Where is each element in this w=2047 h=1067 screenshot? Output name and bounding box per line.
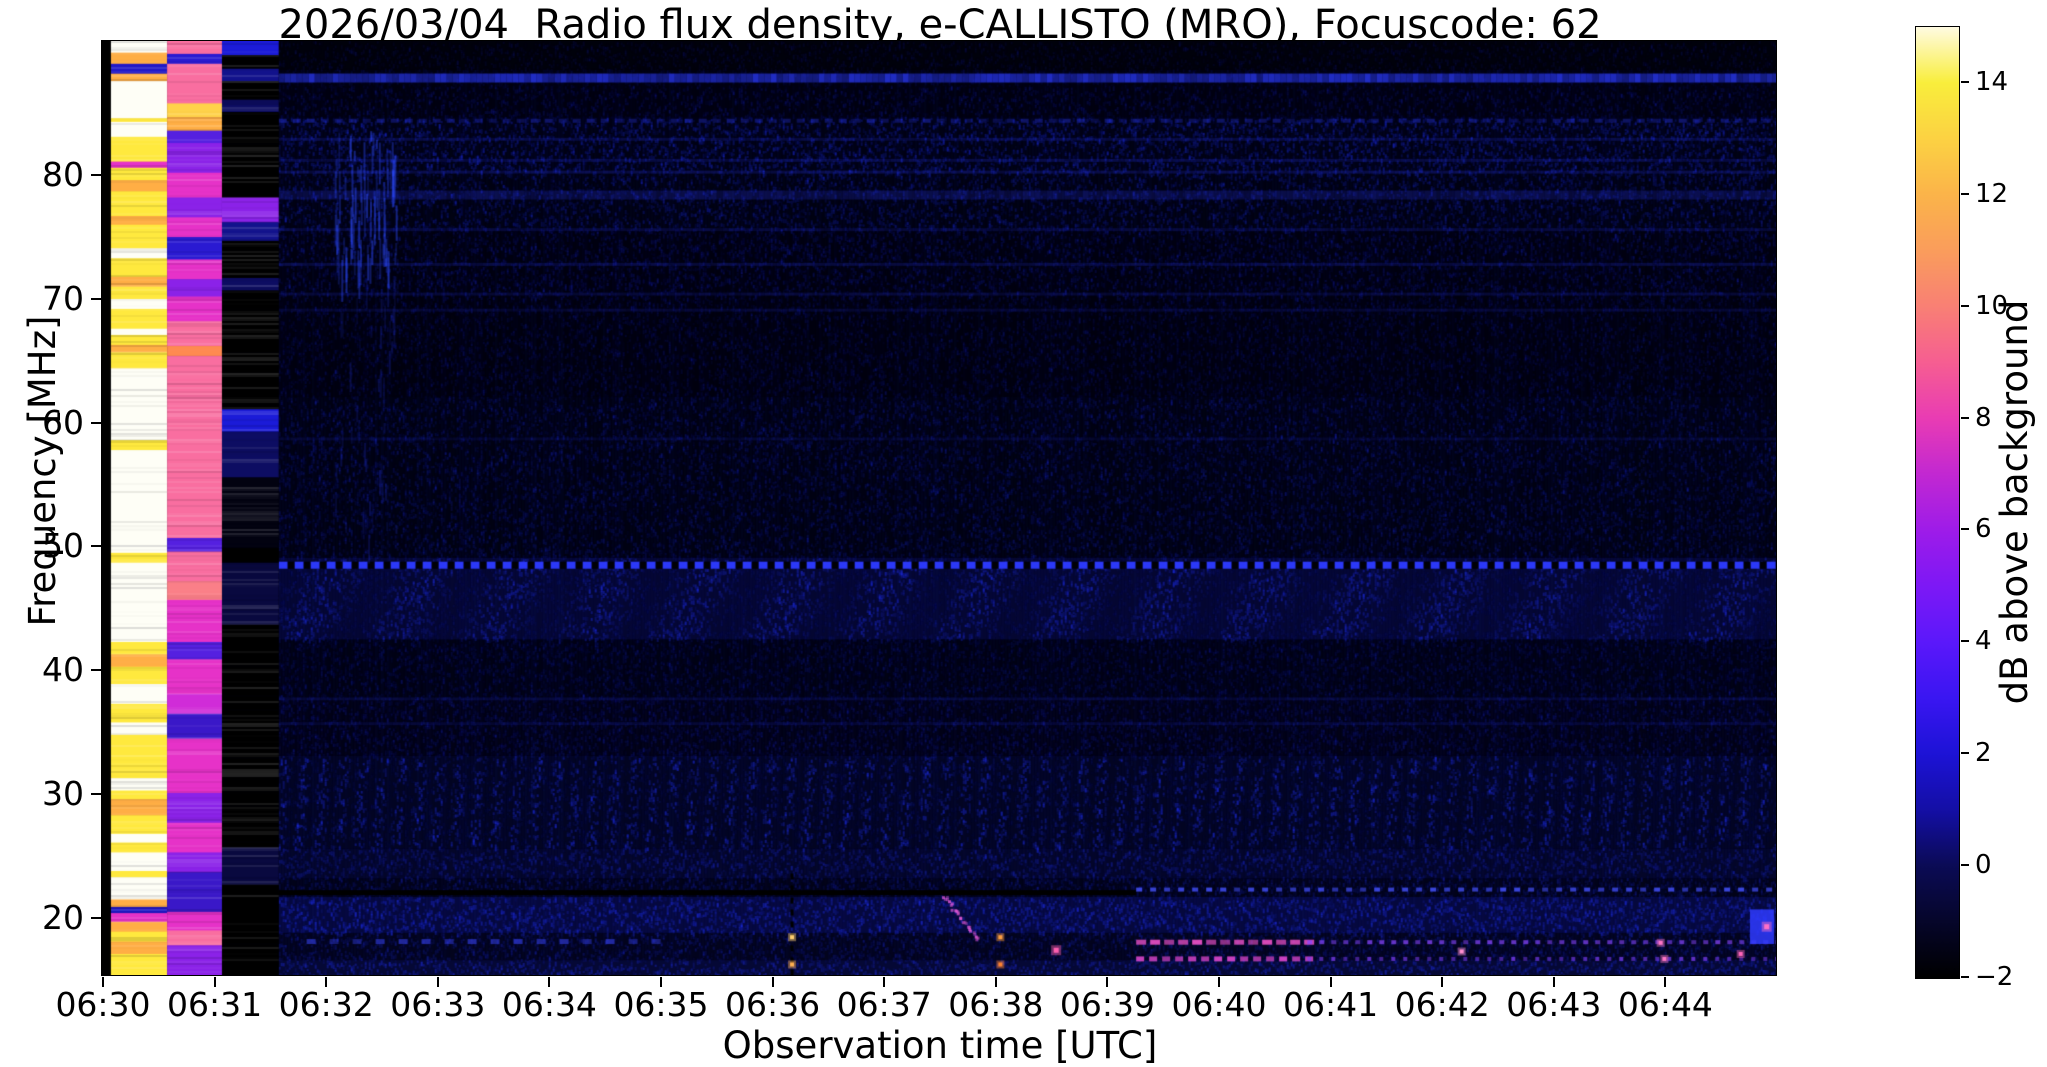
colorbar-tick-label: −2: [1975, 962, 2014, 992]
x-tick-label: 06:42: [1394, 985, 1490, 1024]
x-tick-label: 06:34: [501, 985, 597, 1024]
y-tick-mark: [91, 793, 101, 795]
y-tick-mark: [91, 421, 101, 424]
y-tick-mark: [91, 916, 101, 919]
figure: 2026/03/04 Radio flux density, e-CALLIST…: [0, 0, 2047, 1067]
y-tick-label: 40: [42, 650, 84, 690]
x-axis-label: Observation time [UTC]: [722, 1024, 1158, 1067]
y-tick-label: 70: [42, 278, 84, 318]
x-tick-label: 06:43: [1506, 985, 1602, 1024]
colorbar-canvas: [1916, 27, 1959, 978]
plot-area: [101, 40, 1777, 976]
x-tick-label: 06:33: [390, 985, 486, 1024]
y-tick-mark: [91, 173, 101, 176]
colorbar-tick-label: 6: [1975, 514, 1992, 545]
x-tick-label: 06:30: [55, 985, 151, 1024]
y-tick-label: 20: [42, 897, 84, 937]
x-tick-label: 06:37: [836, 985, 932, 1024]
x-tick-label: 06:32: [278, 985, 374, 1024]
x-tick-label: 06:39: [1059, 985, 1155, 1024]
x-tick-label: 06:36: [725, 985, 821, 1024]
x-tick-label: 06:41: [1283, 985, 1379, 1024]
x-tick-label: 06:38: [948, 985, 1044, 1024]
y-tick-label: 60: [42, 402, 84, 442]
colorbar-tick-mark: [1961, 80, 1969, 83]
y-tick-mark: [91, 545, 101, 548]
y-tick-mark: [91, 669, 101, 672]
x-tick-label: 06:44: [1617, 985, 1713, 1024]
x-tick-label: 06:35: [613, 985, 709, 1024]
colorbar-label: dB above background: [1993, 299, 2036, 705]
y-tick-label: 30: [42, 774, 84, 813]
colorbar-tick-mark: [1961, 528, 1969, 531]
colorbar-tick-mark: [1961, 416, 1969, 419]
colorbar-tick-mark: [1961, 304, 1969, 307]
colorbar-tick-mark: [1961, 752, 1969, 755]
colorbar-tick-label: 8: [1975, 402, 1992, 433]
colorbar-tick-label: 4: [1975, 626, 1992, 657]
x-tick-label: 06:31: [167, 985, 263, 1024]
colorbar-tick-mark: [1961, 864, 1969, 867]
y-tick-mark: [91, 297, 101, 300]
y-tick-label: 80: [42, 154, 84, 194]
y-tick-label: 50: [42, 526, 84, 566]
colorbar: [1915, 26, 1960, 979]
colorbar-tick-mark: [1961, 192, 1969, 195]
colorbar-tick-label: 0: [1975, 850, 1992, 881]
colorbar-tick-label: 14: [1975, 66, 2009, 97]
x-tick-label: 06:40: [1171, 985, 1267, 1024]
spectrogram-canvas: [102, 41, 1776, 975]
colorbar-tick-label: 2: [1975, 738, 1992, 769]
colorbar-tick-mark: [1961, 976, 1969, 978]
colorbar-tick-mark: [1961, 640, 1969, 643]
